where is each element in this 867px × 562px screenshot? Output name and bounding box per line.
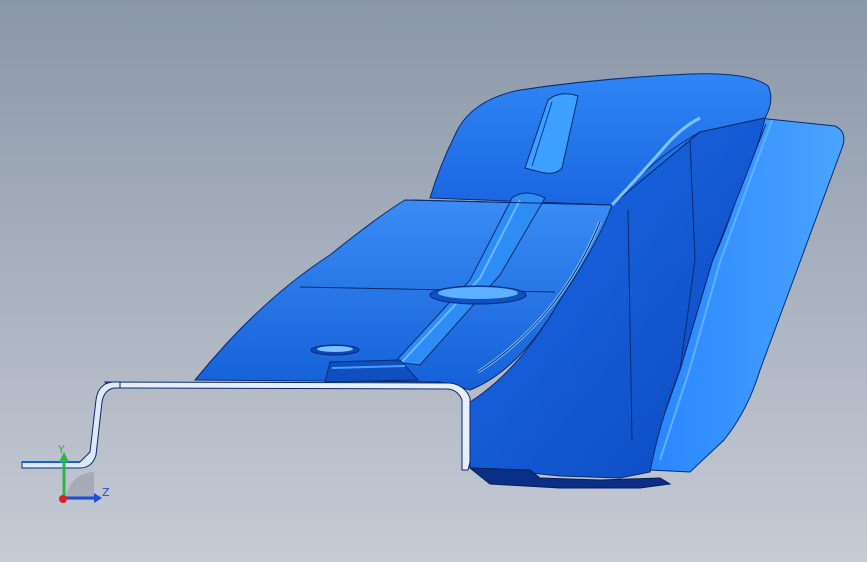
axis-z-label: Z: [102, 486, 110, 499]
cad-model[interactable]: [0, 0, 867, 562]
z-bend-profile: [21, 381, 121, 469]
3d-viewport[interactable]: Y Z: [0, 0, 867, 562]
front-edge: [103, 381, 471, 471]
axis-y-label: Y: [58, 443, 65, 456]
x-axis-dot: [59, 495, 67, 503]
axis-triad: [59, 452, 102, 503]
